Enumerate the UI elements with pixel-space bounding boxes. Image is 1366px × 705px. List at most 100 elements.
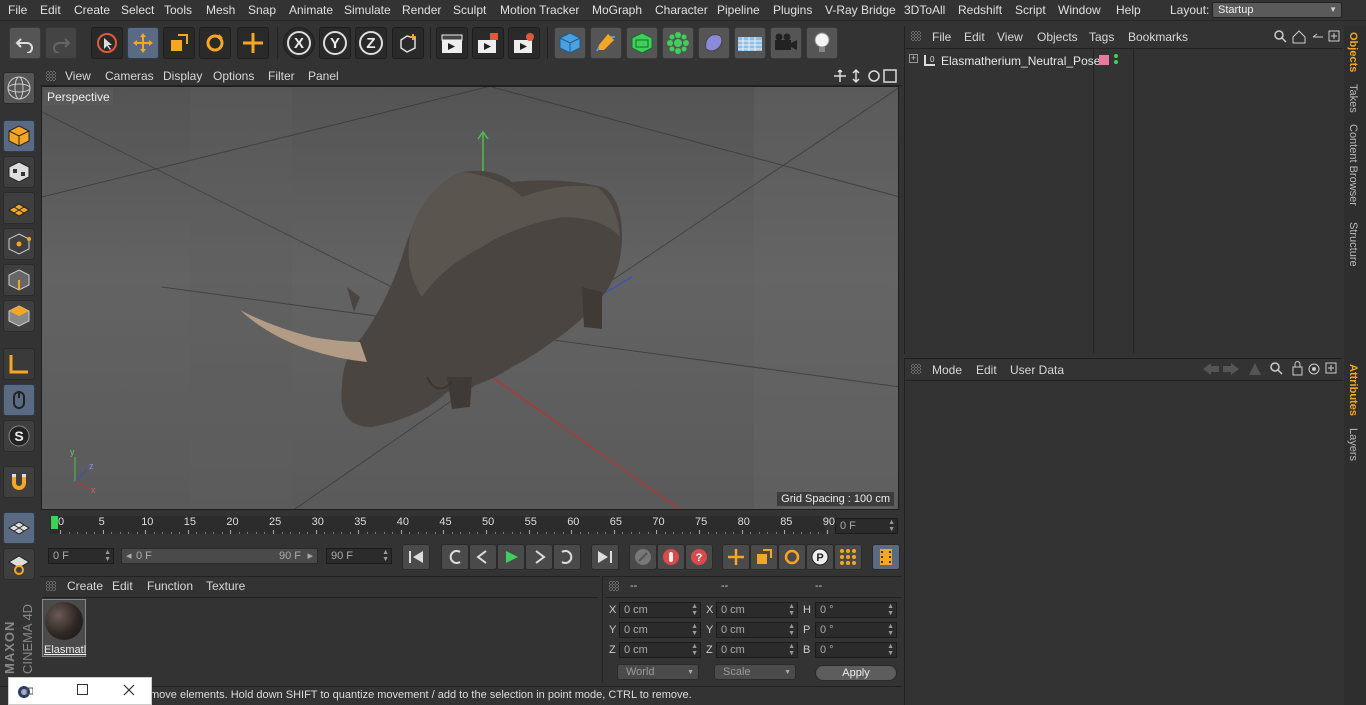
- motion-record-button[interactable]: [629, 544, 657, 570]
- viewport-menu-display[interactable]: Display: [163, 69, 202, 83]
- render-view-button[interactable]: [436, 27, 468, 59]
- render-picture-viewer-button[interactable]: [472, 27, 504, 59]
- render-visibility-dot[interactable]: [1114, 60, 1118, 64]
- rotation-b-field[interactable]: 0 ° ▲ ▼: [815, 642, 897, 658]
- material-swatch[interactable]: Elasmatl: [42, 599, 86, 657]
- key-point-level-button[interactable]: [834, 544, 862, 570]
- panel-grip[interactable]: [46, 71, 56, 81]
- menu-motion-tracker[interactable]: Motion Tracker: [500, 3, 579, 17]
- go-to-end-button[interactable]: [591, 544, 619, 570]
- enable-grid-snap-button[interactable]: [3, 512, 35, 544]
- undo-button[interactable]: [9, 27, 41, 59]
- key-parameter-button[interactable]: P: [806, 544, 834, 570]
- next-frame-button[interactable]: [525, 544, 553, 570]
- rotate-tool-button[interactable]: [199, 27, 231, 59]
- z-axis-lock-button[interactable]: Z: [355, 27, 387, 59]
- menu-animate[interactable]: Animate: [289, 3, 333, 17]
- transform-tool-button[interactable]: [237, 27, 269, 59]
- lock-workplane-button[interactable]: [3, 548, 35, 580]
- attribute-menu-user-data[interactable]: User Data: [1010, 363, 1064, 377]
- timeline-button[interactable]: [872, 544, 900, 570]
- tab-layers[interactable]: Layers: [1347, 428, 1359, 461]
- pen-spline-button[interactable]: [590, 27, 622, 59]
- points-mode-button[interactable]: [3, 228, 35, 260]
- go-to-start-button[interactable]: [402, 544, 430, 570]
- menu-plugins[interactable]: Plugins: [773, 3, 812, 17]
- playhead[interactable]: [51, 516, 58, 529]
- tab-takes[interactable]: Takes: [1347, 84, 1359, 113]
- layer-color-tag[interactable]: [1099, 55, 1109, 65]
- tab-structure[interactable]: Structure: [1347, 222, 1359, 267]
- size-mode-dropdown[interactable]: Scale: [714, 664, 796, 680]
- object-menu-bookmarks[interactable]: Bookmarks: [1128, 30, 1188, 44]
- rotation-p-field[interactable]: 0 ° ▲ ▼: [815, 622, 897, 638]
- workplane-mode-button[interactable]: [3, 192, 35, 224]
- menu-character[interactable]: Character: [655, 3, 708, 17]
- attribute-panel-tools[interactable]: [1201, 361, 1341, 377]
- object-row[interactable]: + 0 Elasmatherium_Neutral_Pose: [905, 51, 1343, 71]
- viewport-nav-icons[interactable]: [834, 68, 900, 84]
- tweak-mode-button[interactable]: [3, 384, 35, 416]
- play-button[interactable]: [497, 544, 525, 570]
- menu-redshift[interactable]: Redshift: [958, 3, 1002, 17]
- viewport-menu-view[interactable]: View: [65, 69, 91, 83]
- menu-pipeline[interactable]: Pipeline: [717, 3, 760, 17]
- menu-help[interactable]: Help: [1116, 3, 1141, 17]
- snap-button[interactable]: [3, 466, 35, 498]
- viewport-menu-options[interactable]: Options: [213, 69, 254, 83]
- live-selection-button[interactable]: [91, 27, 123, 59]
- key-rotation-button[interactable]: [778, 544, 806, 570]
- material-menu-texture[interactable]: Texture: [206, 579, 245, 593]
- attribute-menu-edit[interactable]: Edit: [976, 363, 997, 377]
- subdivision-surface-button[interactable]: [626, 27, 658, 59]
- menu-select[interactable]: Select: [121, 3, 154, 17]
- preview-range-slider[interactable]: ◂ 0 F 90 F ▸: [121, 548, 318, 564]
- object-menu-objects[interactable]: Objects: [1037, 30, 1078, 44]
- position-z-field[interactable]: 0 cm ▲ ▼: [619, 642, 701, 658]
- menu-vray-bridge[interactable]: V-Ray Bridge: [825, 3, 896, 17]
- redo-button[interactable]: [45, 27, 77, 59]
- menu-render[interactable]: Render: [402, 3, 441, 17]
- object-menu-edit[interactable]: Edit: [964, 30, 985, 44]
- move-tool-button[interactable]: [127, 27, 159, 59]
- menu-create[interactable]: Create: [74, 3, 110, 17]
- key-position-button[interactable]: [722, 544, 750, 570]
- object-menu-file[interactable]: File: [932, 30, 951, 44]
- expand-toggle[interactable]: +: [909, 54, 918, 63]
- scale-tool-button[interactable]: [163, 27, 195, 59]
- y-axis-lock-button[interactable]: Y: [319, 27, 351, 59]
- camera-button[interactable]: [770, 27, 802, 59]
- menu-snap[interactable]: Snap: [248, 3, 276, 17]
- timeline-track[interactable]: [50, 516, 825, 534]
- tab-attributes[interactable]: Attributes: [1347, 364, 1359, 416]
- solo-button[interactable]: S: [3, 420, 35, 452]
- tab-content-browser[interactable]: Content Browser: [1347, 124, 1359, 206]
- menu-simulate[interactable]: Simulate: [344, 3, 391, 17]
- cube-button[interactable]: [554, 27, 586, 59]
- panel-grip[interactable]: [911, 31, 921, 41]
- key-scale-button[interactable]: [750, 544, 778, 570]
- material-menu-edit[interactable]: Edit: [112, 579, 133, 593]
- polygons-mode-button[interactable]: [3, 300, 35, 332]
- panel-grip[interactable]: [911, 364, 921, 374]
- axis-mode-button[interactable]: [3, 348, 35, 380]
- cloner-button[interactable]: [662, 27, 694, 59]
- menu-3dtoall[interactable]: 3DToAll: [904, 3, 945, 17]
- viewport-camera-label[interactable]: Perspective: [44, 89, 113, 105]
- edges-mode-button[interactable]: [3, 264, 35, 296]
- rotation-h-field[interactable]: 0 ° ▲ ▼: [815, 602, 897, 618]
- menu-sculpt[interactable]: Sculpt: [453, 3, 486, 17]
- size-x-field[interactable]: 0 cm ▲ ▼: [716, 602, 798, 618]
- timeline-ruler[interactable]: 0 5 10 15 20 25 30 35 40 45 50 55 60 65 70 75 80 85 90 0 F…: [40, 512, 902, 544]
- viewport-menu-cameras[interactable]: Cameras: [105, 69, 154, 83]
- object-name[interactable]: Elasmatherium_Neutral_Pose: [941, 54, 1100, 68]
- menu-script[interactable]: Script: [1015, 3, 1046, 17]
- coordinate-system-dropdown[interactable]: World: [617, 664, 699, 680]
- editor-visibility-dot[interactable]: [1114, 54, 1118, 58]
- start-frame-field[interactable]: 0 F ▲ ▼: [48, 548, 114, 564]
- menu-mesh[interactable]: Mesh: [206, 3, 235, 17]
- record-active-objects-button[interactable]: [657, 544, 685, 570]
- light-button[interactable]: [806, 27, 838, 59]
- perspective-viewport[interactable]: y x z Perspective Grid Spacing : 100 cm: [41, 86, 899, 510]
- position-y-field[interactable]: 0 cm ▲ ▼: [619, 622, 701, 638]
